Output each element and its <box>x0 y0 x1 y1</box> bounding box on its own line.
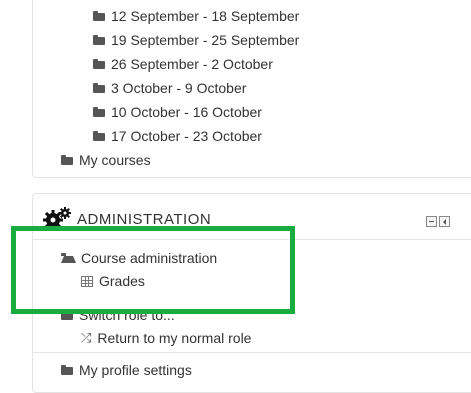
week-link[interactable]: 10 October - 16 October <box>93 102 262 122</box>
minimize-button[interactable] <box>426 216 437 227</box>
return-role-link[interactable]: ⤮ Return to my normal role <box>81 328 251 348</box>
grades-icon <box>81 275 93 287</box>
folder-icon <box>93 11 105 21</box>
divider <box>33 239 471 240</box>
navigation-block: 12 September - 18 September 19 September… <box>32 0 471 178</box>
profile-settings-label: My profile settings <box>79 362 192 378</box>
return-role-label: Return to my normal role <box>97 330 252 346</box>
grades-link[interactable]: Grades <box>81 271 145 291</box>
gears-icon <box>43 207 71 230</box>
block-title: ADMINISTRATION <box>77 211 212 228</box>
week-link[interactable]: 3 October - 9 October <box>93 78 246 98</box>
folder-icon <box>93 83 105 93</box>
folder-icon <box>93 59 105 69</box>
divider <box>33 352 471 353</box>
week-link[interactable]: 12 September - 18 September <box>93 6 299 26</box>
my-courses-label: My courses <box>79 152 151 168</box>
shuffle-icon: ⤮ <box>81 330 92 345</box>
week-label: 3 October - 9 October <box>111 80 247 96</box>
week-label: 17 October - 23 October <box>111 128 262 144</box>
folder-icon <box>93 107 105 117</box>
week-label: 19 September - 25 September <box>111 32 300 48</box>
administration-block: ADMINISTRATION Course administration Gra… <box>32 193 471 393</box>
switch-role-link[interactable]: Switch role to... <box>61 305 175 325</box>
switch-role-label: Switch role to... <box>79 307 175 323</box>
folder-icon <box>93 35 105 45</box>
grades-label: Grades <box>99 273 145 289</box>
week-link[interactable]: 19 September - 25 September <box>93 30 299 50</box>
week-link[interactable]: 26 September - 2 October <box>93 54 273 74</box>
folder-icon <box>61 310 73 320</box>
week-label: 10 October - 16 October <box>111 104 262 120</box>
course-administration-label: Course administration <box>81 250 218 266</box>
week-link[interactable]: 17 October - 23 October <box>93 126 262 146</box>
folder-open-icon <box>61 253 76 263</box>
course-administration-link[interactable]: Course administration <box>61 248 217 268</box>
folder-icon <box>61 155 73 165</box>
my-courses-link[interactable]: My courses <box>61 150 151 170</box>
dock-button[interactable] <box>439 216 450 227</box>
folder-icon <box>61 365 73 375</box>
week-label: 12 September - 18 September <box>111 8 300 24</box>
week-label: 26 September - 2 October <box>111 56 273 72</box>
folder-icon <box>93 131 105 141</box>
profile-settings-link[interactable]: My profile settings <box>61 360 192 380</box>
